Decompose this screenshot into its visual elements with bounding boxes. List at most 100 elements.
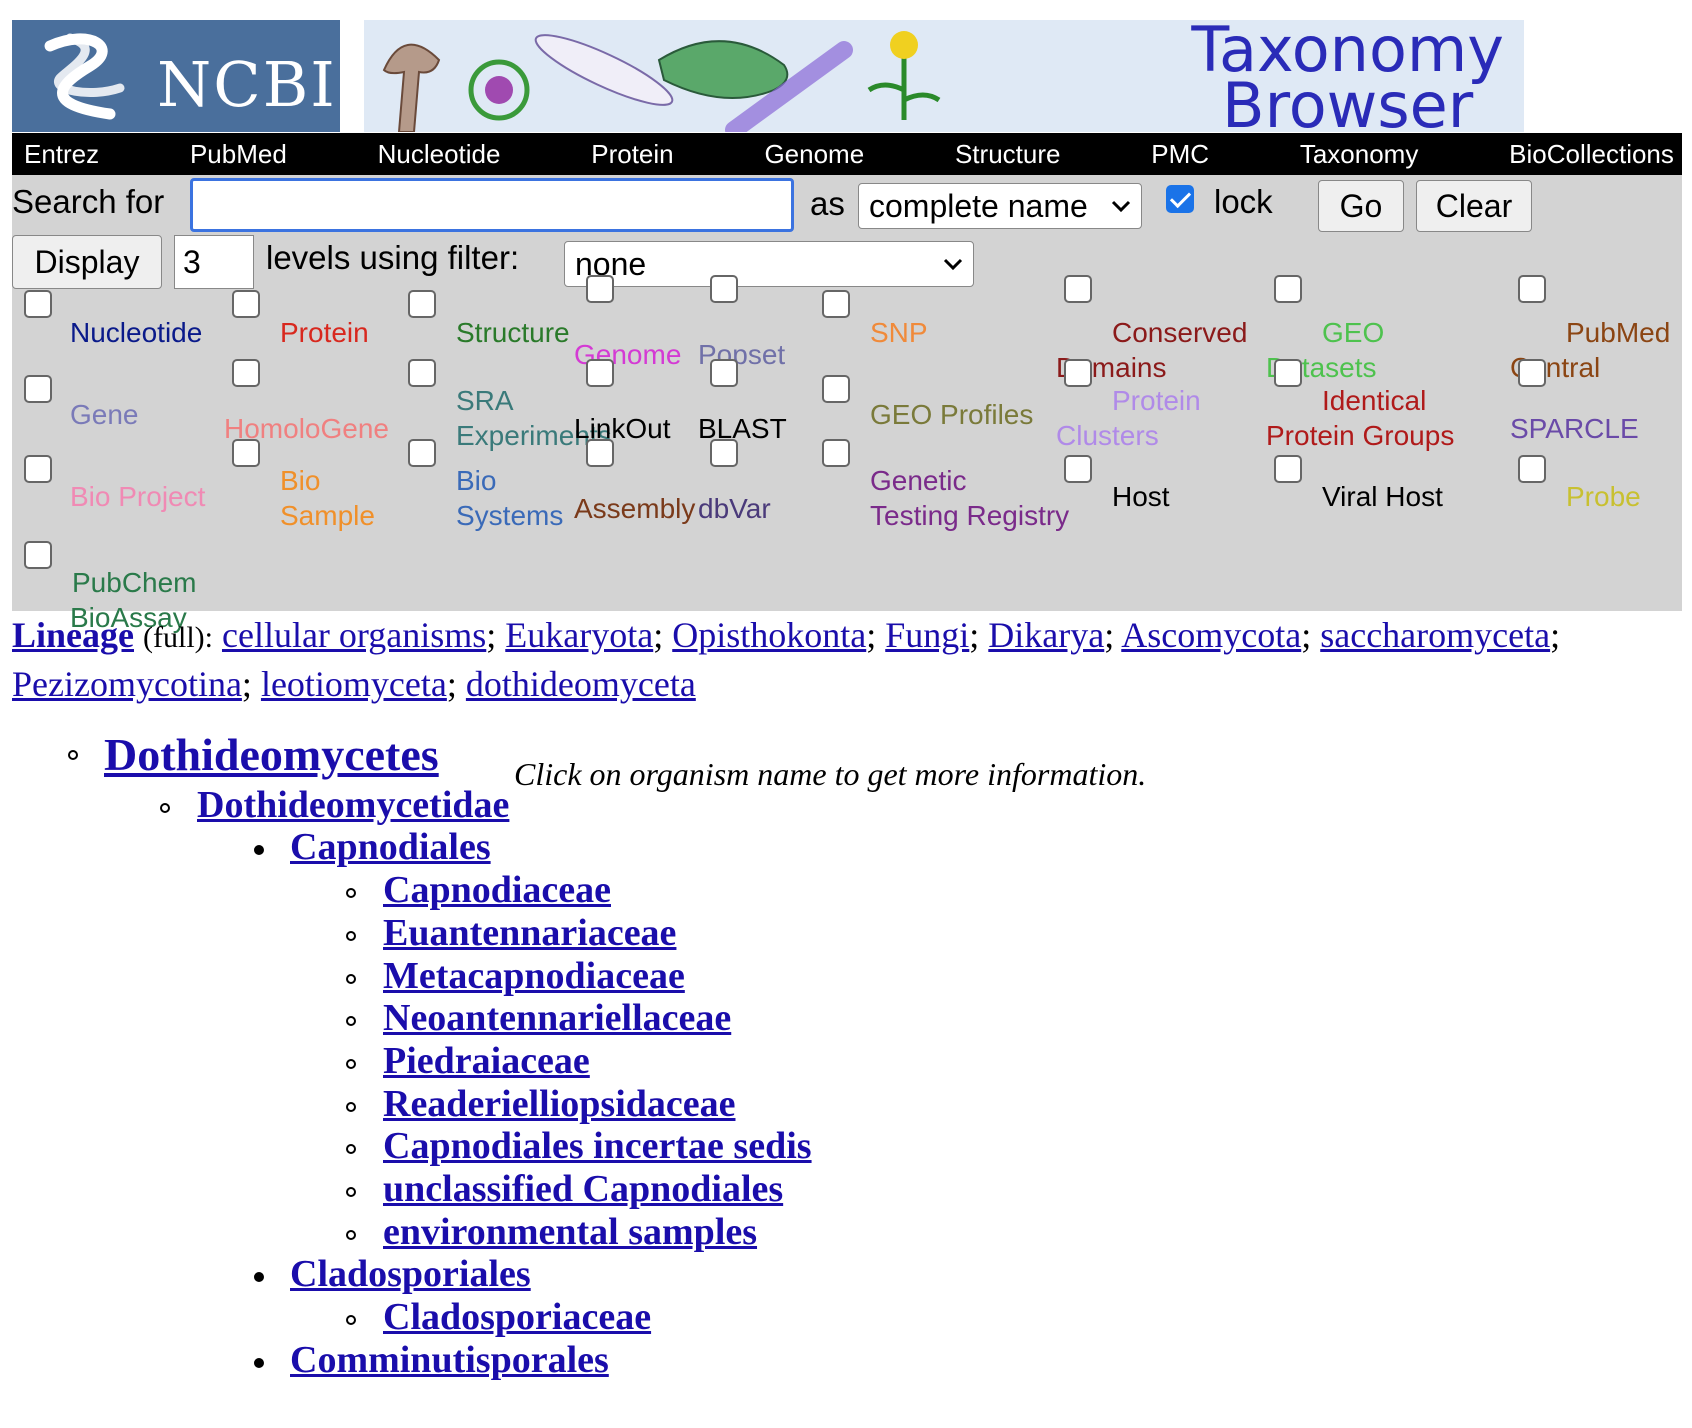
lineage-separator: ; <box>969 615 989 655</box>
tree-node-cladosporiaceae[interactable]: Cladosporiaceae <box>383 1295 651 1339</box>
ncbi-wordmark: NCBI <box>157 48 337 121</box>
tree-node-environmental-samples[interactable]: environmental samples <box>383 1210 757 1254</box>
nav-pmc[interactable]: PMC <box>1151 139 1209 170</box>
db-label-structure[interactable]: Structure <box>456 315 570 350</box>
search-mode-select[interactable]: complete name <box>858 183 1142 229</box>
db-label-bio-sample[interactable]: Bio Sample <box>280 463 375 533</box>
search-input[interactable] <box>190 178 794 232</box>
tree-bullet <box>346 1058 356 1069</box>
tree-node-comminutisporales[interactable]: Comminutisporales <box>290 1338 609 1382</box>
nav-nucleotide[interactable]: Nucleotide <box>378 139 501 170</box>
checkbox-host[interactable] <box>1064 455 1092 483</box>
db-label-identical-protein-groups[interactable]: Identical Protein Groups <box>1266 383 1454 453</box>
checkbox-popset[interactable] <box>710 275 738 303</box>
tree-bullet <box>346 930 356 941</box>
db-label-genetic-testing-registry[interactable]: Genetic Testing Registry <box>870 463 1069 533</box>
tree-node-neoantennariellaceae[interactable]: Neoantennariellaceae <box>383 996 731 1040</box>
checkbox-assembly[interactable] <box>586 439 614 467</box>
checkbox-linkout[interactable] <box>586 359 614 387</box>
checkbox-viral-host[interactable] <box>1274 455 1302 483</box>
tree-node-euantennariaceae[interactable]: Euantennariaceae <box>383 911 676 955</box>
nav-structure[interactable]: Structure <box>955 139 1061 170</box>
organisms-illustration-icon <box>382 31 941 132</box>
levels-input[interactable] <box>174 235 254 289</box>
search-for-label: Search for <box>12 183 165 220</box>
db-label-snp[interactable]: SNP <box>870 315 928 350</box>
taxonomy-browser-title: Taxonomy Browser <box>1191 20 1504 132</box>
tree-node-capnodiales[interactable]: Capnodiales <box>290 825 491 869</box>
db-label-bio-project[interactable]: Bio Project <box>70 479 205 514</box>
nav-biocollections[interactable]: BioCollections <box>1509 139 1674 170</box>
checkbox-bio-project[interactable] <box>24 455 52 483</box>
lock-checkbox[interactable] <box>1166 185 1194 213</box>
chevron-down-icon <box>1111 200 1131 213</box>
lineage-links: cellular organisms; Eukaryota; Opisthoko… <box>12 615 1560 704</box>
db-label-gene[interactable]: Gene <box>70 397 139 432</box>
tree-bullet <box>254 1272 264 1283</box>
ncbi-logo[interactable]: NCBI <box>12 20 340 132</box>
tree-node-piedraiaceae[interactable]: Piedraiaceae <box>383 1039 590 1083</box>
db-label-dbvar[interactable]: dbVar <box>698 491 771 526</box>
lineage-separator: ; <box>866 615 886 655</box>
as-label: as <box>810 185 845 222</box>
db-label-geo-profiles[interactable]: GEO Profiles <box>870 397 1033 432</box>
checkbox-conserved-domains[interactable] <box>1064 275 1092 303</box>
checkbox-geo-profiles[interactable] <box>822 375 850 403</box>
tree-node-dothideomycetidae[interactable]: Dothideomycetidae <box>197 783 509 827</box>
display-button[interactable]: Display <box>12 235 162 289</box>
db-label-assembly[interactable]: Assembly <box>574 491 695 526</box>
tree-node-metacapnodiaceae[interactable]: Metacapnodiaceae <box>383 954 685 998</box>
checkbox-pubchem-bioassay[interactable] <box>24 541 52 569</box>
checkbox-structure[interactable] <box>408 290 436 318</box>
go-button[interactable]: Go <box>1318 180 1404 232</box>
db-label-probe[interactable]: Probe <box>1566 479 1641 514</box>
checkbox-pubmed-central[interactable] <box>1518 275 1546 303</box>
lineage-link-fungi[interactable]: Fungi <box>885 615 969 655</box>
lineage-link-dothideomyceta[interactable]: dothideomyceta <box>466 664 696 704</box>
tree-node-dothideomycetes[interactable]: Dothideomycetes <box>104 728 439 781</box>
checkbox-snp[interactable] <box>822 290 850 318</box>
nav-protein[interactable]: Protein <box>591 139 673 170</box>
checkbox-protein[interactable] <box>232 290 260 318</box>
checkbox-nucleotide[interactable] <box>24 290 52 318</box>
db-label-nucleotide[interactable]: Nucleotide <box>70 315 202 350</box>
checkbox-bio-sample[interactable] <box>232 439 260 467</box>
checkbox-genetic-testing-registry[interactable] <box>822 439 850 467</box>
lineage-link-leotiomyceta[interactable]: leotiomyceta <box>261 664 447 704</box>
checkbox-homologene[interactable] <box>232 359 260 387</box>
checkbox-probe[interactable] <box>1518 455 1546 483</box>
lineage-link-pezizomycotina[interactable]: Pezizomycotina <box>12 664 242 704</box>
checkbox-sparcle[interactable] <box>1518 359 1546 387</box>
lineage-title-link[interactable]: Lineage <box>12 615 134 655</box>
nav-pubmed[interactable]: PubMed <box>190 139 287 170</box>
db-label-viral-host[interactable]: Viral Host <box>1322 479 1443 514</box>
checkbox-bio-systems[interactable] <box>408 439 436 467</box>
clear-button[interactable]: Clear <box>1416 180 1532 232</box>
checkbox-gene[interactable] <box>24 375 52 403</box>
tree-node-capnodiales-incertae-sedis[interactable]: Capnodiales incertae sedis <box>383 1124 812 1168</box>
nav-taxonomy[interactable]: Taxonomy <box>1300 139 1419 170</box>
checkbox-blast[interactable] <box>710 359 738 387</box>
db-label-protein[interactable]: Protein <box>280 315 369 350</box>
tree-node-unclassified-capnodiales[interactable]: unclassified Capnodiales <box>383 1167 783 1211</box>
tree-node-cladosporiales[interactable]: Cladosporiales <box>290 1252 531 1296</box>
tree-node-readerielliopsidaceae[interactable]: Readerielliopsidaceae <box>383 1082 735 1126</box>
filter-select[interactable]: none <box>564 241 974 287</box>
db-label-protein-clusters[interactable]: Protein Clusters <box>1056 383 1201 453</box>
db-label-host[interactable]: Host <box>1112 479 1170 514</box>
lineage-link-eukaryota[interactable]: Eukaryota <box>505 615 653 655</box>
lineage-link-opisthokonta[interactable]: Opisthokonta <box>672 615 866 655</box>
lineage-link-cellular-organisms[interactable]: cellular organisms <box>222 615 486 655</box>
checkbox-sra-experiments[interactable] <box>408 359 436 387</box>
checkbox-dbvar[interactable] <box>710 439 738 467</box>
nav-entrez[interactable]: Entrez <box>24 139 99 170</box>
lineage-link-dikarya[interactable]: Dikarya <box>988 615 1104 655</box>
lineage-link-ascomycota[interactable]: Ascomycota <box>1121 615 1301 655</box>
db-label-sparcle[interactable]: SPARCLE <box>1510 411 1639 446</box>
lineage-link-saccharomyceta[interactable]: saccharomyceta <box>1320 615 1550 655</box>
tree-node-capnodiaceae[interactable]: Capnodiaceae <box>383 868 611 912</box>
checkbox-genome[interactable] <box>586 275 614 303</box>
nav-genome[interactable]: Genome <box>764 139 864 170</box>
checkbox-geo-datasets[interactable] <box>1274 275 1302 303</box>
db-label-bio-systems[interactable]: Bio Systems <box>456 463 563 533</box>
